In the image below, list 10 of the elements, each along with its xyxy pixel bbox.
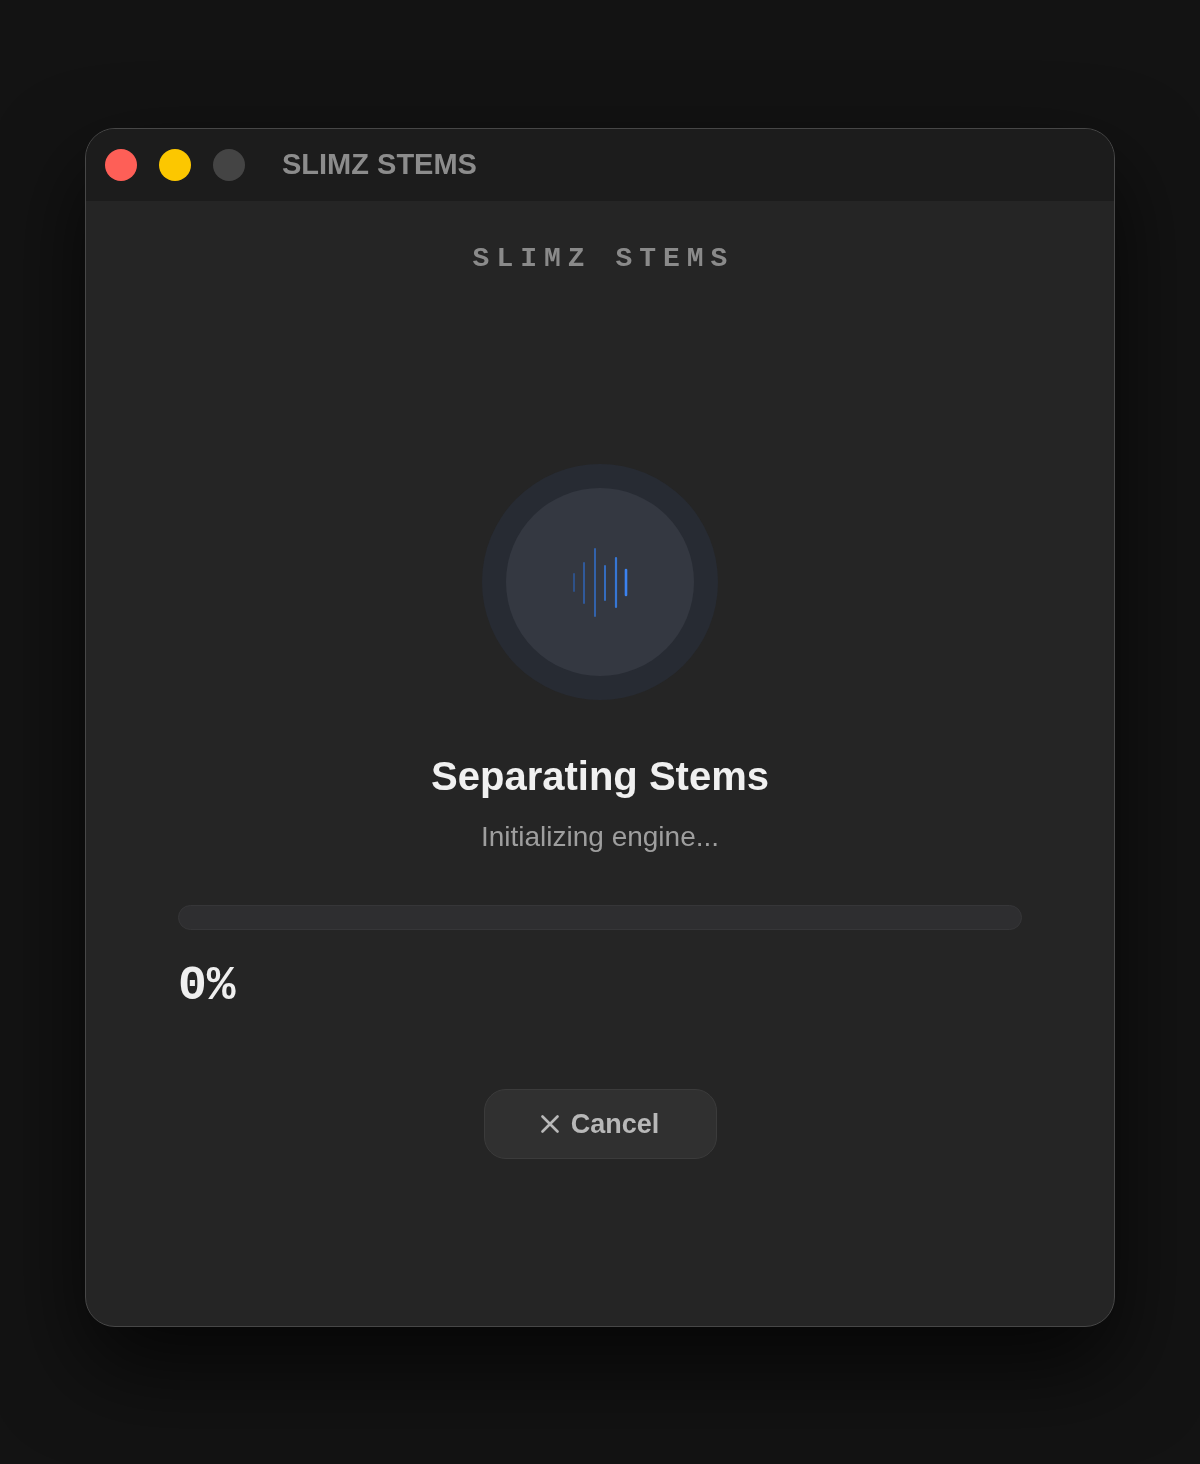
status-message: Initializing engine... [480, 820, 720, 854]
window-title: SLIMZ STEMS [282, 147, 477, 183]
close-icon [540, 1115, 559, 1133]
close-button[interactable] [105, 149, 137, 181]
status-title: Separating Stems [431, 753, 769, 800]
cancel-button[interactable]: Cancel [483, 1089, 717, 1159]
progress-percent: 0% [178, 958, 236, 1014]
waveform-icon [482, 464, 718, 700]
minimize-button[interactable] [159, 149, 191, 181]
app-logo-text: SLIMZ STEMS [471, 242, 735, 276]
